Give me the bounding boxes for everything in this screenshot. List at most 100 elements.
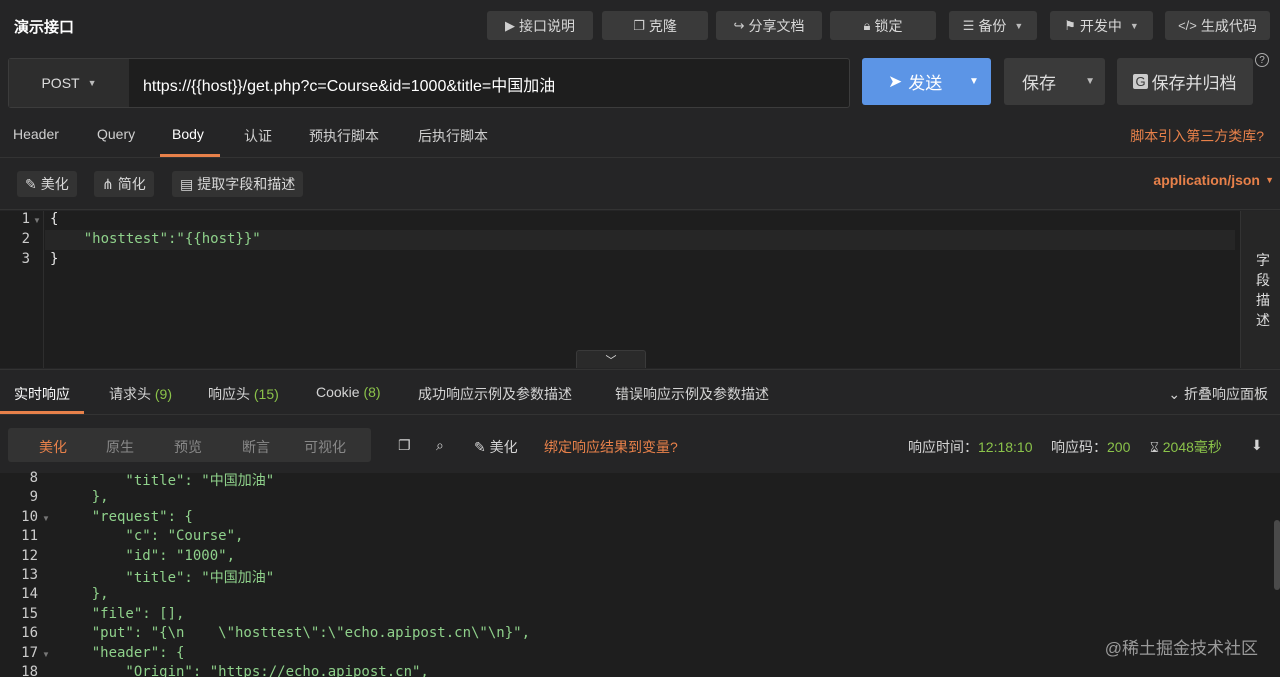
document-icon: ▤ bbox=[180, 175, 194, 192]
clone-button[interactable]: ❐ 克隆 bbox=[602, 11, 708, 40]
response-scrollbar[interactable] bbox=[1274, 520, 1280, 590]
line-number: 14 bbox=[21, 586, 38, 602]
view-preview[interactable]: 预览 bbox=[174, 437, 202, 457]
bind-response-variable-link[interactable]: 绑定响应结果到变量? bbox=[544, 437, 678, 457]
line-number: 15 bbox=[21, 606, 38, 622]
view-assert[interactable]: 断言 bbox=[242, 437, 270, 457]
response-time: 响应时间：12:18:10 bbox=[908, 439, 1033, 455]
tab-pre-script[interactable]: 预执行脚本 bbox=[309, 126, 379, 146]
response-beautify-button[interactable]: ✎ 美化 bbox=[474, 437, 518, 457]
api-doc-button[interactable]: ▶ 接口说明 bbox=[487, 11, 593, 40]
active-tab-indicator bbox=[0, 411, 84, 414]
save-button[interactable]: 保存 ▼ bbox=[1004, 58, 1105, 105]
line-number: 3 bbox=[21, 251, 30, 267]
line-number: 13 bbox=[21, 567, 38, 583]
response-code-line: "title": "中国加油" bbox=[58, 473, 275, 489]
line-number: 11 bbox=[21, 528, 38, 544]
line-number: 2 bbox=[21, 231, 30, 247]
simplify-button[interactable]: ⋔ 简化 bbox=[94, 171, 154, 197]
tab-body[interactable]: Body bbox=[172, 126, 204, 142]
chevron-down-icon[interactable]: ▼ bbox=[1265, 175, 1274, 185]
fold-arrow-icon[interactable]: ▼ bbox=[42, 514, 50, 523]
content-type-select[interactable]: application/json bbox=[1153, 172, 1260, 188]
copy-icon: ❐ bbox=[633, 17, 645, 33]
chevron-down-icon: ▼ bbox=[1129, 20, 1139, 31]
tab-live-response[interactable]: 实时响应 bbox=[14, 384, 70, 404]
lock-button[interactable]: 🔒︎ 锁定 bbox=[830, 11, 936, 40]
response-duration: ⌛︎ 2048毫秒 bbox=[1150, 439, 1222, 455]
third-party-library-link[interactable]: 脚本引入第三方类库? bbox=[1130, 126, 1264, 146]
tab-query[interactable]: Query bbox=[97, 126, 135, 142]
view-beautify[interactable]: 美化 bbox=[39, 437, 67, 457]
share-doc-button[interactable]: ↪ 分享文档 bbox=[716, 11, 822, 40]
api-doc-label: 接口说明 bbox=[519, 17, 575, 34]
help-icon[interactable]: ? bbox=[1255, 53, 1269, 67]
collapse-editor-toggle[interactable]: ﹀ bbox=[576, 350, 646, 368]
tab-cookie[interactable]: Cookie (8) bbox=[316, 384, 381, 400]
clone-label: 克隆 bbox=[648, 17, 677, 34]
line-number: 10 bbox=[21, 509, 38, 525]
response-code-line: "file": [], bbox=[58, 606, 185, 622]
chevron-down-icon: ▼ bbox=[1014, 20, 1024, 31]
line-number: 18 bbox=[21, 664, 38, 677]
paper-plane-icon: ➤ bbox=[888, 71, 903, 91]
code-line: { bbox=[50, 211, 59, 227]
field-description-label: 字 段 描 述 bbox=[1256, 252, 1270, 328]
simplify-label: 简化 bbox=[117, 176, 146, 192]
response-code-line: "request": { bbox=[58, 509, 193, 525]
tab-post-script[interactable]: 后执行脚本 bbox=[418, 126, 488, 146]
backup-dropdown[interactable]: ☰ 备份 ▼ bbox=[949, 11, 1037, 40]
chevron-down-icon: ﹀ bbox=[605, 354, 617, 367]
double-chevron-icon: ⌄ bbox=[1168, 386, 1181, 402]
archive-label: 保存并归档 bbox=[1151, 74, 1237, 93]
magic-wand-icon: ✎ bbox=[474, 439, 486, 455]
tab-request-headers[interactable]: 请求头 (9) bbox=[109, 384, 172, 404]
save-options-caret-icon[interactable]: ▼ bbox=[1085, 76, 1095, 87]
chevron-down-icon: ▼ bbox=[87, 78, 97, 88]
response-code-line: "put": "{\n \"hosttest\":\"echo.apipost.… bbox=[58, 625, 531, 641]
response-code: 响应码：200 bbox=[1051, 439, 1131, 455]
response-code-line: "header": { bbox=[58, 645, 185, 661]
response-code-line: "id": "1000", bbox=[58, 548, 236, 564]
download-icon[interactable]: ⬇ bbox=[1251, 437, 1263, 454]
lock-label: 锁定 bbox=[874, 17, 903, 34]
send-label: 发送 bbox=[908, 74, 943, 93]
share-doc-label: 分享文档 bbox=[748, 17, 805, 34]
fold-arrow-icon[interactable]: ▼ bbox=[33, 216, 41, 225]
beautify-label: 美化 bbox=[40, 176, 69, 192]
tab-error-example[interactable]: 错误响应示例及参数描述 bbox=[615, 384, 769, 404]
view-raw[interactable]: 原生 bbox=[106, 437, 134, 457]
method-select[interactable]: POST ▼ bbox=[9, 59, 129, 107]
code-icon: </> bbox=[1178, 18, 1197, 33]
tab-success-example[interactable]: 成功响应示例及参数描述 bbox=[418, 384, 572, 404]
code-line: "hosttest":"{{host}}" bbox=[50, 231, 261, 247]
line-number: 9 bbox=[29, 489, 38, 505]
response-code-line: "c": "Course", bbox=[58, 528, 244, 544]
hourglass-icon: ⌛︎ bbox=[1150, 439, 1159, 455]
line-number: 17 bbox=[21, 645, 38, 661]
send-options-caret-icon[interactable]: ▼ bbox=[957, 58, 991, 105]
extract-fields-button[interactable]: ▤ 提取字段和描述 bbox=[172, 171, 304, 197]
save-and-archive-button[interactable]: G 保存并归档 bbox=[1117, 58, 1253, 105]
search-icon[interactable]: ⌕ bbox=[436, 437, 444, 454]
send-button[interactable]: ➤ 发送 ▼ bbox=[862, 58, 991, 105]
status-dropdown[interactable]: ⚑ 开发中 ▼ bbox=[1050, 11, 1153, 40]
line-number: 8 bbox=[29, 470, 38, 486]
codegen-button[interactable]: </> 生成代码 bbox=[1165, 11, 1270, 40]
beautify-button[interactable]: ✎ 美化 bbox=[17, 171, 77, 197]
line-number: 12 bbox=[21, 548, 38, 564]
database-icon: ☰ bbox=[962, 17, 975, 33]
status-label: 开发中 bbox=[1079, 17, 1122, 34]
code-line: } bbox=[50, 251, 59, 267]
fold-arrow-icon[interactable]: ▼ bbox=[42, 650, 50, 659]
url-input[interactable]: https://{{host}}/get.php?c=Course&id=100… bbox=[143, 72, 555, 96]
view-visualize[interactable]: 可视化 bbox=[304, 437, 346, 457]
response-code-line: "title": "中国加油" bbox=[58, 570, 275, 586]
tab-header[interactable]: Header bbox=[13, 126, 59, 142]
copy-icon[interactable]: ❐ bbox=[398, 437, 411, 454]
codegen-label: 生成代码 bbox=[1200, 17, 1257, 34]
tab-auth[interactable]: 认证 bbox=[244, 126, 272, 146]
tab-response-headers[interactable]: 响应头 (15) bbox=[208, 384, 279, 404]
response-code-line: }, bbox=[58, 489, 109, 505]
fold-response-panel-button[interactable]: ⌄ 折叠响应面板 bbox=[1168, 384, 1268, 404]
